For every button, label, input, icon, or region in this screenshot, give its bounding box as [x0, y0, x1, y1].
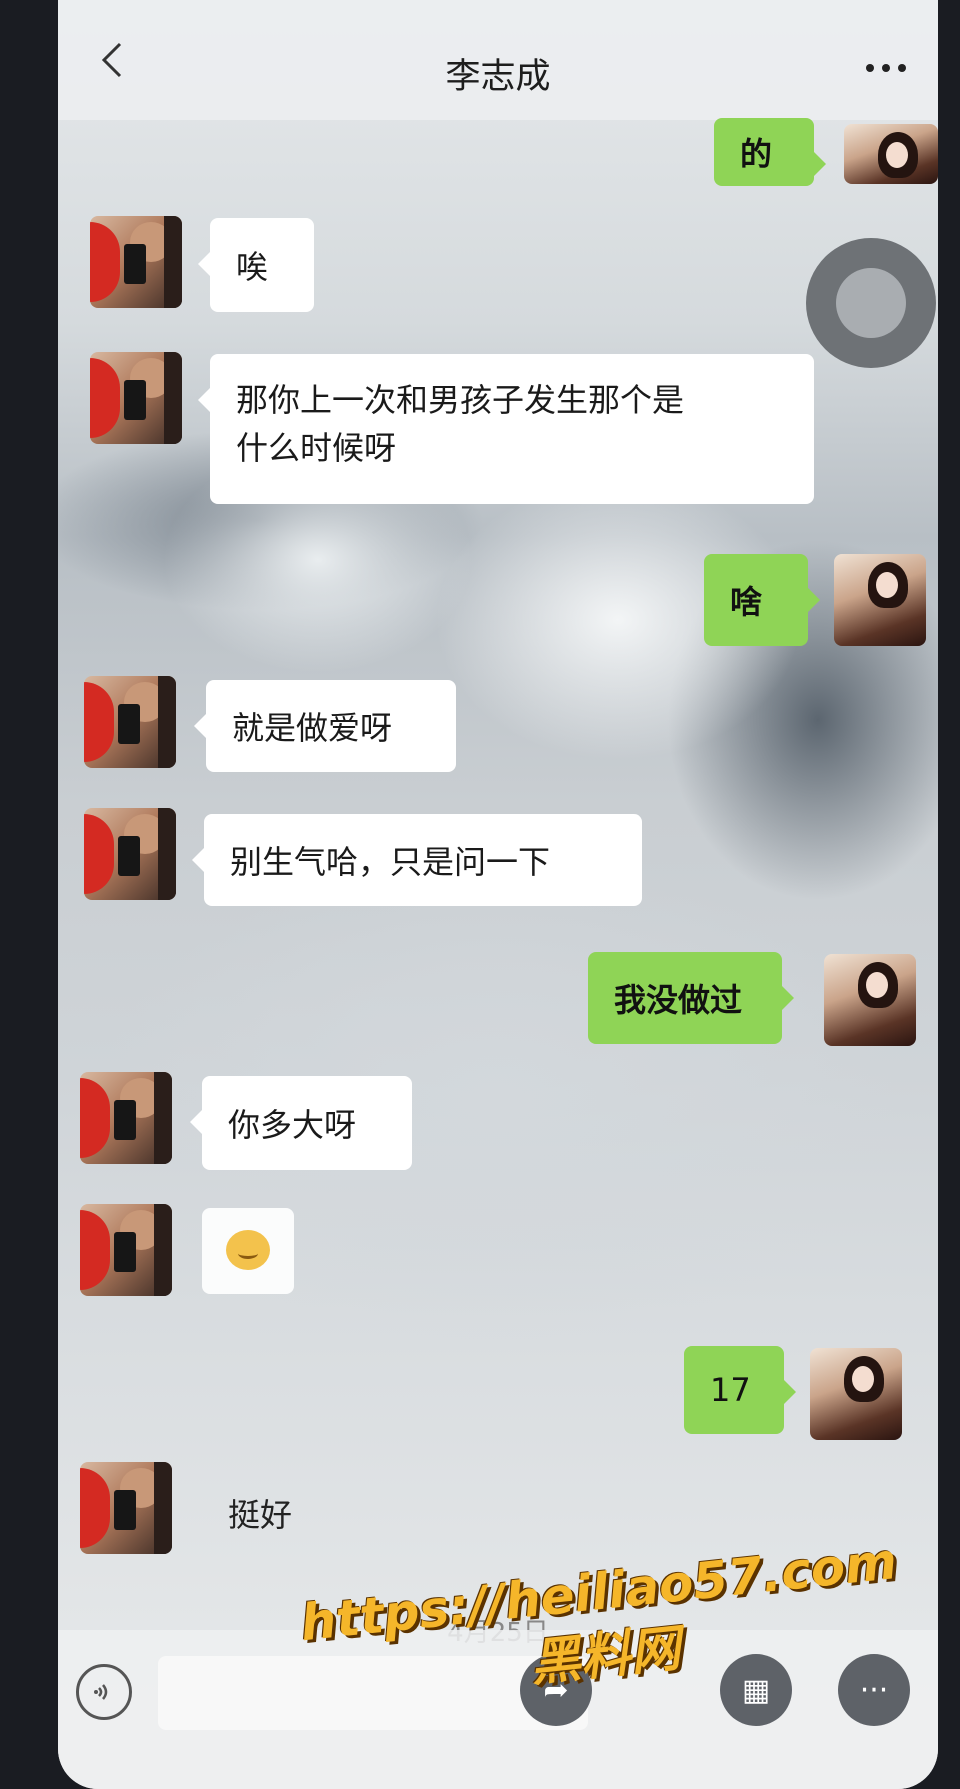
chat-header: 李志成	[58, 0, 938, 120]
message-text-plain[interactable]: 挺好	[228, 1490, 292, 1536]
message-text: 17	[710, 1371, 751, 1409]
message-text: 的	[740, 135, 773, 173]
shy-face-emoji-icon	[226, 1230, 270, 1270]
my-avatar[interactable]	[834, 554, 926, 646]
message-bubble-outgoing[interactable]: 我没做过	[588, 952, 794, 1044]
more-button[interactable]: ···	[838, 1654, 910, 1726]
contact-avatar[interactable]	[90, 352, 182, 444]
voice-ball-icon[interactable]	[806, 238, 936, 368]
contact-avatar[interactable]	[80, 1204, 172, 1296]
message-text: 啥	[730, 583, 763, 621]
message-bubble-incoming[interactable]: 别生气哈，只是问一下	[192, 814, 642, 906]
message-bubble-outgoing[interactable]: 17	[684, 1346, 796, 1434]
message-text-line: 那你上一次和男孩子发生那个是	[236, 381, 685, 419]
phone-screen: 李志成 的 唉 那你上一次和男孩子发生那个是 什么时候呀 啥 就是做爱呀 别生气…	[58, 0, 938, 1789]
message-bubble-outgoing[interactable]: 啥	[704, 554, 820, 646]
chat-title: 李志成	[445, 57, 551, 97]
message-text: 我没做过	[614, 981, 743, 1019]
my-avatar[interactable]	[844, 124, 938, 184]
more-options-icon[interactable]	[864, 60, 908, 76]
message-text-line: 什么时候呀	[236, 429, 397, 467]
grid-icon: ▦	[741, 1672, 771, 1708]
message-text: 就是做爱呀	[232, 709, 393, 747]
message-bubble-emoji[interactable]	[202, 1208, 294, 1294]
message-text: 你多大呀	[228, 1106, 357, 1144]
message-bubble-incoming[interactable]: 就是做爱呀	[194, 680, 456, 772]
ellipsis-icon: ···	[859, 1672, 889, 1708]
message-text: 唉	[236, 248, 269, 286]
my-avatar[interactable]	[824, 954, 916, 1046]
message-bubble-incoming[interactable]: 你多大呀	[190, 1076, 412, 1170]
contact-avatar[interactable]	[90, 216, 182, 308]
contact-avatar[interactable]	[84, 808, 176, 900]
message-bubble-incoming[interactable]: 那你上一次和男孩子发生那个是 什么时候呀	[198, 354, 814, 504]
message-text: 别生气哈，只是问一下	[230, 843, 551, 881]
message-bubble-incoming[interactable]: 唉	[198, 218, 314, 312]
voice-input-button[interactable]	[76, 1664, 132, 1720]
contact-avatar[interactable]	[84, 676, 176, 768]
contact-avatar[interactable]	[80, 1072, 172, 1164]
message-bubble-outgoing[interactable]: 的	[714, 118, 826, 186]
contact-avatar[interactable]	[80, 1462, 172, 1554]
sound-wave-icon	[94, 1684, 108, 1700]
my-avatar[interactable]	[810, 1348, 902, 1440]
